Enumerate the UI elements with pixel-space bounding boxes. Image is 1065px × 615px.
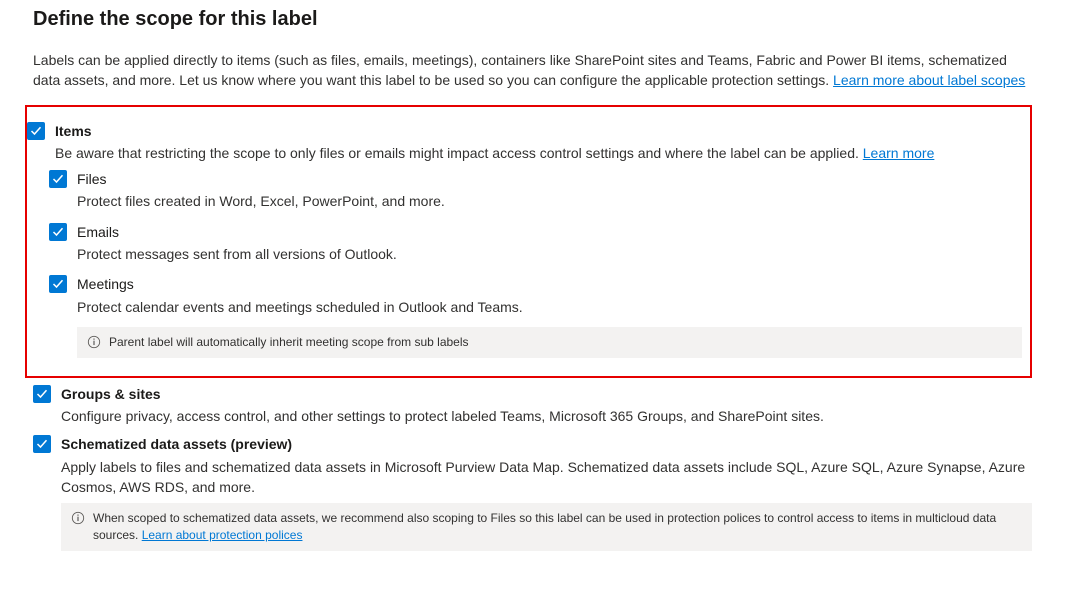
- meetings-info-bar: Parent label will automatically inherit …: [77, 327, 1022, 358]
- page-title: Define the scope for this label: [33, 5, 1032, 34]
- checkmark-icon: [52, 278, 64, 290]
- intro-text: Labels can be applied directly to items …: [33, 50, 1032, 91]
- emails-description: Protect messages sent from all versions …: [77, 244, 1022, 264]
- schematized-info-text: When scoped to schematized data assets, …: [93, 510, 1022, 544]
- info-icon: [87, 335, 101, 349]
- files-checkbox[interactable]: [49, 170, 67, 188]
- emails-label: Emails: [77, 224, 119, 240]
- learn-more-scopes-link[interactable]: Learn more about label scopes: [833, 72, 1025, 88]
- checkmark-icon: [52, 173, 64, 185]
- meetings-label: Meetings: [77, 276, 134, 292]
- groups-checkbox[interactable]: [33, 385, 51, 403]
- files-description: Protect files created in Word, Excel, Po…: [77, 191, 1022, 211]
- meetings-info-text: Parent label will automatically inherit …: [109, 334, 1012, 351]
- items-learn-more-link[interactable]: Learn more: [863, 145, 935, 161]
- items-label: Items: [55, 123, 92, 139]
- schematized-info-bar: When scoped to schematized data assets, …: [61, 503, 1032, 551]
- checkmark-icon: [36, 388, 48, 400]
- info-icon: [71, 511, 85, 525]
- schematized-checkbox[interactable]: [33, 435, 51, 453]
- emails-checkbox[interactable]: [49, 223, 67, 241]
- checkmark-icon: [52, 226, 64, 238]
- schematized-description: Apply labels to files and schematized da…: [61, 457, 1032, 498]
- meetings-checkbox[interactable]: [49, 275, 67, 293]
- items-description: Be aware that restricting the scope to o…: [55, 143, 1022, 163]
- schematized-label: Schematized data assets (preview): [61, 436, 292, 452]
- checkmark-icon: [36, 438, 48, 450]
- files-label: Files: [77, 171, 107, 187]
- meetings-description: Protect calendar events and meetings sch…: [77, 297, 1022, 317]
- protection-polices-link[interactable]: Learn about protection polices: [142, 528, 303, 542]
- groups-description: Configure privacy, access control, and o…: [61, 406, 1032, 426]
- groups-label: Groups & sites: [61, 386, 161, 402]
- items-checkbox[interactable]: [27, 122, 45, 140]
- checkmark-icon: [30, 125, 42, 137]
- items-highlight-box: Items Be aware that restricting the scop…: [25, 105, 1032, 378]
